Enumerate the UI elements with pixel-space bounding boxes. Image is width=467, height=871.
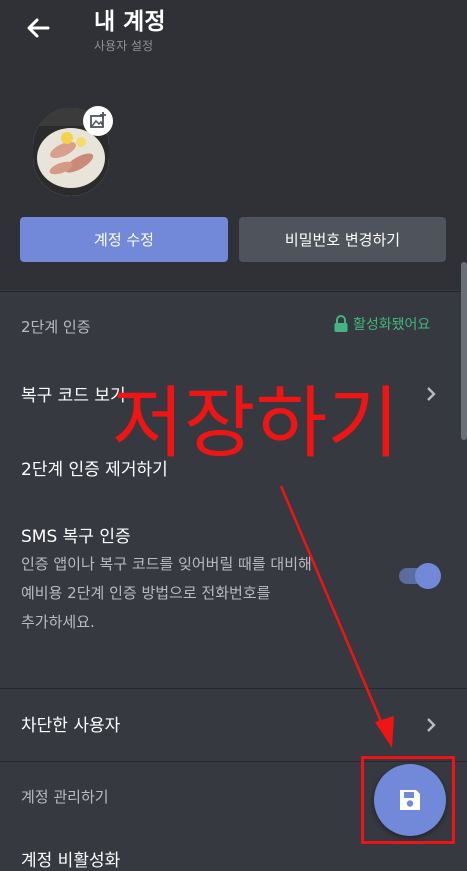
back-arrow-icon[interactable] bbox=[22, 12, 54, 44]
scrollbar[interactable] bbox=[461, 262, 467, 440]
annotation-highlight-box bbox=[361, 756, 455, 844]
sms-desc-line: 추가하세요. bbox=[21, 613, 95, 631]
annotation-text: 저장하기 bbox=[112, 379, 400, 469]
deactivate-account-item[interactable]: 계정 비활성화 bbox=[21, 846, 120, 871]
view-backup-codes-item[interactable]: 복구 코드 보기 bbox=[21, 381, 126, 406]
two-factor-status-text: 활성화됐어요 bbox=[353, 317, 431, 333]
change-password-button[interactable]: 비밀번호 변경하기 bbox=[239, 217, 446, 262]
chevron-right-icon bbox=[427, 387, 436, 401]
blocked-users-item[interactable]: 차단한 사용자 bbox=[21, 711, 120, 736]
page-title: 내 계정 bbox=[94, 9, 166, 35]
sms-backup-title: SMS 복구 인증 bbox=[21, 527, 131, 547]
divider bbox=[0, 688, 467, 689]
two-factor-status: 활성화됐어요 bbox=[333, 314, 430, 334]
sms-backup-description: 인증 앱이나 복구 코드를 잊어버릴 때를 대비해 예비용 2단계 인증 방법으… bbox=[21, 550, 361, 637]
chevron-right-icon bbox=[427, 718, 436, 732]
lock-icon bbox=[334, 315, 348, 332]
toggle-knob bbox=[415, 563, 441, 589]
page-subtitle: 사용자 설정 bbox=[94, 39, 154, 53]
sms-backup-toggle[interactable] bbox=[399, 562, 441, 590]
two-factor-section-header: 2단계 인증 bbox=[21, 318, 91, 336]
sms-desc-line: 예비용 2단계 인증 방법으로 전화번호를 bbox=[21, 584, 271, 602]
divider bbox=[0, 291, 467, 292]
edit-account-button[interactable]: 계정 수정 bbox=[20, 217, 228, 262]
add-image-icon bbox=[90, 112, 106, 128]
edit-avatar-button[interactable] bbox=[83, 106, 113, 136]
sms-desc-line: 인증 앱이나 복구 코드를 잊어버릴 때를 대비해 bbox=[21, 555, 312, 573]
account-management-header: 계정 관리하기 bbox=[21, 788, 109, 806]
